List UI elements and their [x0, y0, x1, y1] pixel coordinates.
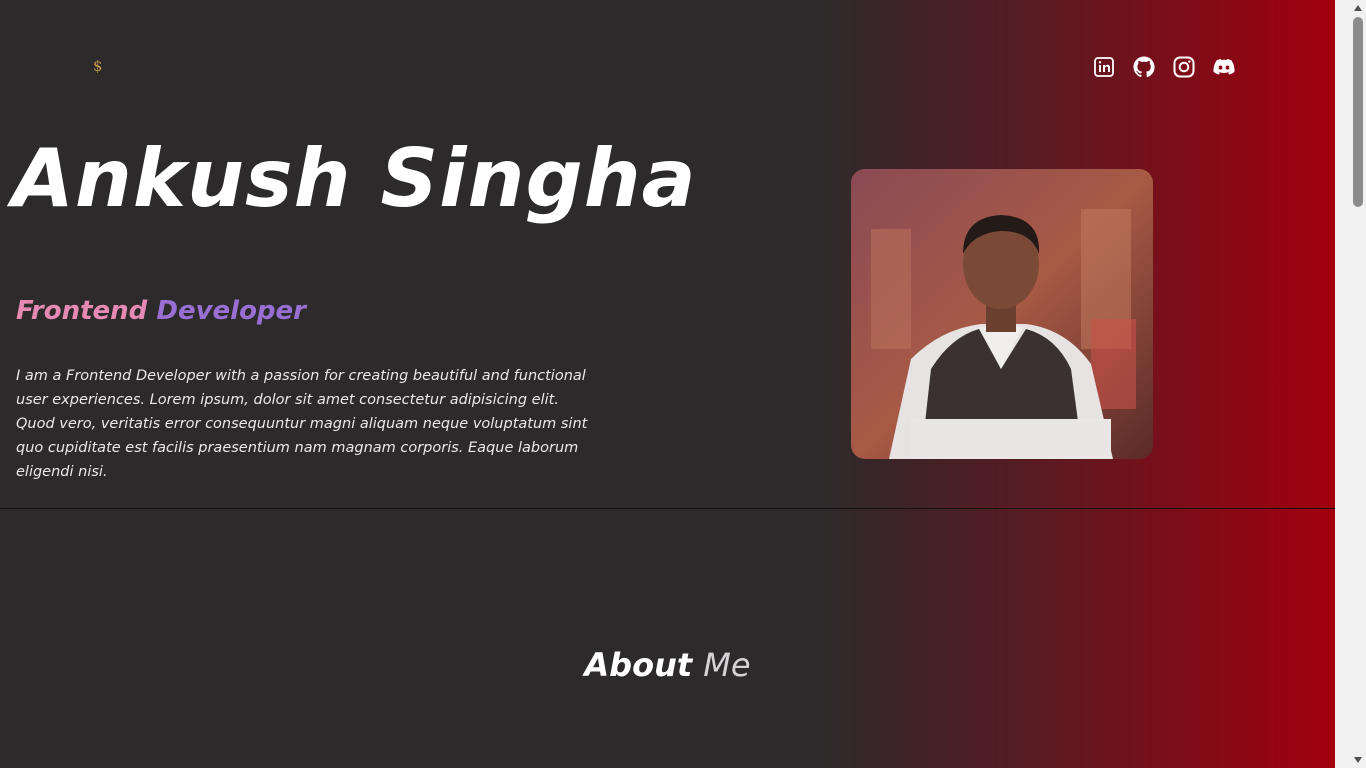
- role-word-frontend: Frontend: [16, 296, 148, 326]
- instagram-icon: [1173, 56, 1195, 78]
- linkedin-link[interactable]: [1092, 55, 1116, 79]
- github-icon: [1133, 56, 1155, 78]
- instagram-link[interactable]: [1172, 55, 1196, 79]
- scroll-thumb[interactable]: [1353, 17, 1363, 207]
- hero-name: Ankush Singha: [12, 132, 697, 225]
- scroll-down-button[interactable]: [1350, 752, 1366, 768]
- about-section-title: About Me: [0, 646, 1335, 684]
- site-logo[interactable]: $: [93, 57, 103, 75]
- scroll-up-button[interactable]: [1350, 0, 1366, 16]
- page-edge: [1335, 0, 1350, 768]
- section-divider: [0, 508, 1335, 509]
- hero-bio: I am a Frontend Developer with a passion…: [16, 368, 588, 480]
- social-links: [1092, 55, 1236, 79]
- role-title: Frontend Developer: [16, 296, 306, 326]
- vertical-scrollbar[interactable]: [1350, 0, 1366, 768]
- profile-photo: [851, 169, 1153, 459]
- profile-photo-image: [851, 169, 1153, 459]
- triangle-down-icon: [1354, 757, 1362, 763]
- discord-icon: [1213, 59, 1235, 75]
- about-title-word1: About: [584, 646, 693, 684]
- github-link[interactable]: [1132, 55, 1156, 79]
- about-title-word2: Me: [703, 646, 751, 684]
- role-word-developer: Developer: [156, 296, 306, 326]
- discord-link[interactable]: [1212, 55, 1236, 79]
- portfolio-page: $ Ankush Singha Frontend Developer I am …: [0, 0, 1335, 768]
- linkedin-icon: [1094, 57, 1114, 77]
- triangle-up-icon: [1354, 5, 1362, 11]
